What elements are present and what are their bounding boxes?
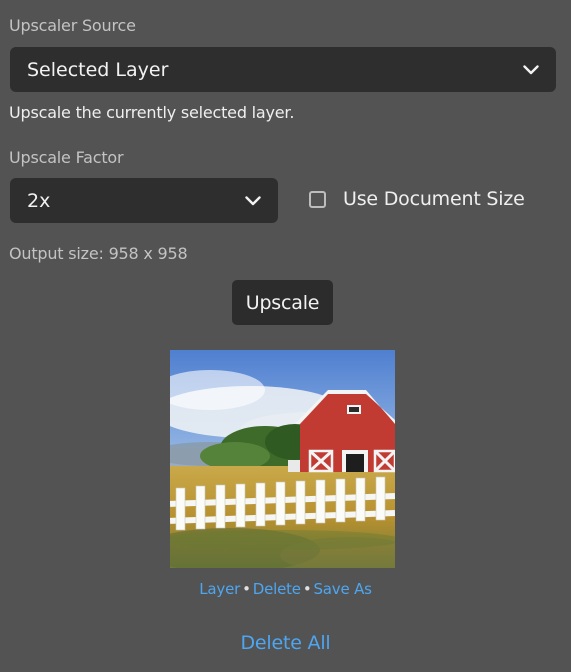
action-separator: •: [302, 580, 312, 598]
layer-link[interactable]: Layer: [199, 580, 240, 598]
delete-all-link[interactable]: Delete All: [0, 632, 571, 654]
upscale-factor-label: Upscale Factor: [9, 148, 124, 167]
chevron-down-icon: [244, 195, 262, 207]
upscale-factor-value: 2x: [27, 189, 51, 212]
action-separator: •: [242, 580, 251, 598]
use-document-size-label: Use Document Size: [343, 188, 525, 210]
barn-landscape-image: [140, 350, 420, 573]
upscaler-source-value: Selected Layer: [27, 58, 169, 81]
upscaler-source-label: Upscaler Source: [9, 16, 136, 35]
result-actions: Layer • Delete • Save As: [0, 580, 571, 598]
use-document-size-toggle[interactable]: Use Document Size: [309, 188, 525, 210]
upscaler-source-description: Upscale the currently selected layer.: [9, 103, 295, 122]
save-as-link[interactable]: Save As: [313, 580, 371, 598]
delete-link[interactable]: Delete: [253, 580, 301, 598]
chevron-down-icon: [522, 64, 540, 76]
result-thumbnail[interactable]: [140, 350, 420, 573]
upscale-factor-dropdown[interactable]: 2x: [10, 178, 278, 223]
upscaler-source-dropdown[interactable]: Selected Layer: [10, 47, 556, 92]
output-size-text: Output size: 958 x 958: [9, 244, 188, 263]
upscale-button[interactable]: Upscale: [232, 280, 333, 325]
use-document-size-checkbox[interactable]: [309, 190, 326, 208]
upscaler-panel: Upscaler Source Selected Layer Upscale t…: [0, 0, 571, 672]
